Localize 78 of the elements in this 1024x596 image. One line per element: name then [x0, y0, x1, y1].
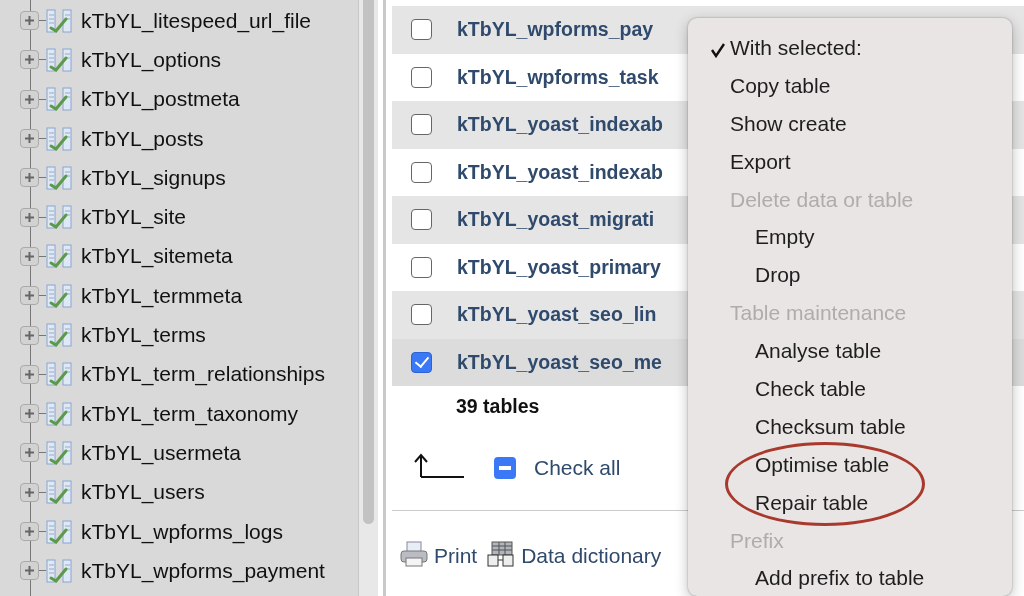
expand-icon[interactable]	[20, 522, 39, 541]
menu-group-label: Delete data or table	[730, 187, 914, 212]
menu-heading: With selected:	[730, 35, 862, 60]
table-name-link[interactable]: kTbYL_yoast_seo_lin	[457, 303, 657, 327]
table-name-link[interactable]: kTbYL_site	[81, 205, 187, 230]
table-icon[interactable]	[46, 283, 72, 308]
table-icon[interactable]	[46, 8, 72, 33]
menu-item[interactable]: Show create	[730, 111, 847, 136]
table-name-link[interactable]: kTbYL_yoast_migrati	[457, 208, 655, 232]
table-icon[interactable]	[46, 87, 72, 112]
row-checkbox[interactable]	[411, 114, 432, 136]
expand-icon[interactable]	[20, 364, 39, 384]
expand-icon[interactable]	[20, 561, 39, 581]
table-name-link[interactable]: kTbYL_posts	[81, 126, 204, 151]
row-checkbox[interactable]	[411, 209, 432, 231]
menu-group-label: Table maintenance	[730, 301, 907, 326]
table-name-link[interactable]: kTbYL_signups	[81, 165, 226, 190]
table-icon[interactable]	[46, 205, 72, 230]
table-icon[interactable]	[46, 440, 72, 465]
menu-group-label: Prefix	[730, 528, 784, 553]
table-name-link[interactable]: kTbYL_litespeed_url_file	[81, 8, 311, 33]
row-checkbox[interactable]	[411, 161, 432, 183]
table-icon[interactable]	[46, 47, 72, 72]
table-icon[interactable]	[46, 480, 72, 505]
table-name-link[interactable]: kTbYL_yoast_primary	[457, 255, 661, 279]
row-checkbox[interactable]	[411, 66, 432, 88]
table-name-link[interactable]: kTbYL_wpforms_task	[457, 65, 659, 89]
expand-icon[interactable]	[20, 89, 39, 109]
table-icon[interactable]	[46, 323, 72, 347]
arrow-up-icon	[414, 453, 464, 479]
expand-icon[interactable]	[20, 482, 39, 502]
table-icon[interactable]	[46, 401, 72, 426]
table-icon[interactable]	[46, 558, 72, 583]
table-name-link[interactable]: kTbYL_term_taxonomy	[81, 401, 299, 426]
table-grid-icon	[487, 540, 516, 567]
table-icon[interactable]	[46, 126, 72, 151]
expand-icon[interactable]	[20, 11, 39, 31]
expand-icon[interactable]	[20, 443, 39, 463]
menu-item[interactable]: Export	[730, 149, 791, 174]
table-name-link[interactable]: kTbYL_users	[81, 480, 205, 505]
table-name-link[interactable]: kTbYL_terms	[81, 323, 206, 347]
scrollbar[interactable]	[358, 0, 378, 596]
check-all-checkbox[interactable]	[494, 457, 516, 479]
table-name-link[interactable]: kTbYL_wpforms_pay	[457, 18, 654, 42]
check-all-link[interactable]: Check all	[534, 456, 621, 480]
table-name-link[interactable]: kTbYL_termmeta	[81, 283, 243, 308]
table-name-link[interactable]: kTbYL_yoast_indexab	[457, 113, 663, 137]
expand-icon[interactable]	[20, 246, 39, 266]
expand-icon[interactable]	[20, 207, 39, 227]
table-icon[interactable]	[46, 519, 72, 544]
table-name-link[interactable]: kTbYL_yoast_seo_me	[457, 350, 662, 374]
table-name-link[interactable]: kTbYL_wpforms_payment	[81, 558, 325, 583]
table-name-link[interactable]: kTbYL_options	[81, 47, 222, 72]
expand-icon[interactable]	[20, 168, 39, 188]
scrollbar-thumb[interactable]	[363, 0, 374, 524]
expand-icon[interactable]	[20, 129, 39, 149]
table-name-link[interactable]: kTbYL_usermeta	[81, 440, 241, 465]
menu-item[interactable]: Copy table	[730, 73, 831, 98]
expand-icon[interactable]	[20, 50, 39, 70]
table-icon[interactable]	[46, 244, 72, 269]
row-checkbox[interactable]	[411, 351, 432, 373]
expand-icon[interactable]	[20, 325, 39, 345]
table-icon[interactable]	[46, 165, 72, 190]
printer-icon	[400, 540, 428, 567]
table-count: 39 tables	[456, 394, 540, 418]
expand-icon[interactable]	[20, 286, 39, 306]
table-name-link[interactable]: kTbYL_term_relationships	[81, 362, 325, 387]
table-name-link[interactable]: kTbYL_wpforms_logs	[81, 519, 283, 544]
data-dictionary-link[interactable]: Data dictionary	[487, 540, 662, 572]
table-icon[interactable]	[46, 362, 72, 387]
table-name-link[interactable]: kTbYL_postmeta	[81, 87, 240, 112]
expand-icon[interactable]	[20, 404, 39, 424]
row-checkbox[interactable]	[411, 19, 432, 41]
table-name-link[interactable]: kTbYL_sitemeta	[81, 244, 233, 269]
table-name-link[interactable]: kTbYL_yoast_indexab	[457, 160, 663, 184]
row-checkbox[interactable]	[411, 304, 432, 326]
print-link[interactable]: Print	[400, 540, 478, 572]
row-checkbox[interactable]	[411, 256, 432, 278]
